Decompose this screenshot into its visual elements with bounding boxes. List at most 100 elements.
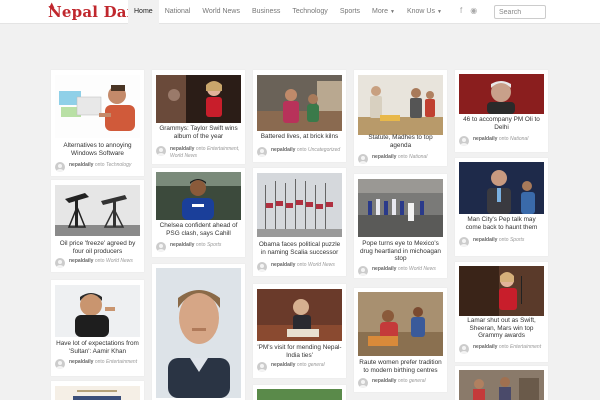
post-thumbnail[interactable] xyxy=(156,75,241,123)
post-thumbnail[interactable] xyxy=(459,74,544,114)
post-thumbnail[interactable] xyxy=(55,75,140,138)
post-thumbnail[interactable] xyxy=(55,285,140,337)
post-category[interactable]: National xyxy=(510,136,528,142)
nav-technology[interactable]: Technology xyxy=(286,0,333,24)
post-category[interactable]: Entertainment xyxy=(510,344,541,350)
meta-onto: onto xyxy=(397,378,408,384)
post-title[interactable]: Man City's Pep talk may come back to hau… xyxy=(459,216,544,231)
post-category[interactable]: World News xyxy=(308,262,335,268)
nav-sports[interactable]: Sports xyxy=(334,0,366,24)
post-meta-text: nepaldaily onto World News xyxy=(372,266,444,273)
post-meta: nepaldaily onto World News xyxy=(55,256,142,270)
aamir-khan-image xyxy=(55,285,140,337)
post-category[interactable]: Technology xyxy=(106,162,131,168)
post-meta-text: nepaldaily onto World News xyxy=(69,258,141,265)
post-title[interactable]: Obama faces political puzzle in naming S… xyxy=(257,241,342,256)
post-author[interactable]: nepaldaily xyxy=(170,242,194,248)
post-thumbnail[interactable] xyxy=(459,162,544,214)
nav-national[interactable]: National xyxy=(159,0,197,24)
post-author[interactable]: nepaldaily xyxy=(271,362,295,368)
facebook-icon[interactable]: f xyxy=(460,6,462,15)
post-meta: nepaldaily onto Technology xyxy=(55,160,142,174)
post-title[interactable]: Battered lives, at brick kilns xyxy=(257,133,342,141)
rss-icon[interactable]: ◉ xyxy=(470,6,477,15)
nav-world-news[interactable]: World News xyxy=(196,0,246,24)
chevron-down-icon: ▼ xyxy=(390,9,395,15)
post-card: Statute, Madhes to top agenda nepaldaily… xyxy=(354,70,447,166)
nav-know-us[interactable]: Know Us ▼ xyxy=(401,0,448,24)
post-thumbnail[interactable] xyxy=(257,173,342,237)
pm-oli-image xyxy=(459,74,544,114)
post-author[interactable]: nepaldaily xyxy=(473,237,497,243)
post-title[interactable]: Have lot of expectations from 'Sultan': … xyxy=(55,340,140,355)
flags-half-mast-image xyxy=(257,173,342,237)
post-category[interactable]: Sports xyxy=(207,242,221,248)
post-meta-text: nepaldaily onto Sports xyxy=(473,237,545,244)
post-author[interactable]: nepaldaily xyxy=(372,378,396,384)
post-thumbnail[interactable] xyxy=(358,292,443,356)
post-meta-text: nepaldaily onto National xyxy=(372,154,444,161)
nav-sports-label: Sports xyxy=(339,8,361,15)
nav-home-label: Home xyxy=(134,8,153,15)
post-author[interactable]: nepaldaily xyxy=(69,162,93,168)
post-category[interactable]: Entertainment xyxy=(106,359,137,365)
post-card xyxy=(455,366,548,400)
post-author[interactable]: nepaldaily xyxy=(69,359,93,365)
meta-onto: onto xyxy=(498,237,509,243)
post-card xyxy=(152,264,245,400)
post-thumbnail[interactable] xyxy=(55,386,140,400)
post-title[interactable]: 'PM's visit for mending Nepal-India ties… xyxy=(257,344,342,359)
post-author[interactable]: nepaldaily xyxy=(271,262,295,268)
nav-home[interactable]: Home xyxy=(128,0,159,24)
post-title[interactable]: Statute, Madhes to top agenda xyxy=(358,134,443,149)
post-author[interactable]: nepaldaily xyxy=(473,136,497,142)
nav-business[interactable]: Business xyxy=(246,0,286,24)
post-title[interactable]: Grammys: Taylor Swift wins album of the … xyxy=(156,125,241,140)
windows-software-image xyxy=(55,75,140,138)
post-meta: nepaldaily onto World News xyxy=(358,264,445,278)
post-title[interactable]: Alternatives to annoying Windows Softwar… xyxy=(55,142,140,157)
post-author[interactable]: nepaldaily xyxy=(271,147,295,153)
grammy-performer-image xyxy=(459,266,544,316)
post-meta-text: nepaldaily onto World News xyxy=(271,262,343,269)
post-category[interactable]: general xyxy=(308,362,325,368)
post-title[interactable]: Lamar shut out as Swift, Sheeran, Mars w… xyxy=(459,317,544,340)
post-thumbnail[interactable] xyxy=(358,179,443,237)
post-author[interactable]: nepaldaily xyxy=(69,258,93,264)
post-thumbnail[interactable] xyxy=(156,268,241,398)
post-title[interactable]: Raute women prefer tradition to modern b… xyxy=(358,359,443,374)
post-card: Oil price 'freeze' agreed by four oil pr… xyxy=(51,180,144,272)
post-meta-text: nepaldaily onto general xyxy=(271,362,343,369)
avatar xyxy=(358,266,368,276)
post-title[interactable]: Chelsea confident ahead of PSG clash, sa… xyxy=(156,222,241,237)
post-title[interactable]: 46 to accompany PM Oli to Delhi xyxy=(459,116,544,131)
post-thumbnail[interactable] xyxy=(459,266,544,316)
post-author[interactable]: nepaldaily xyxy=(170,146,194,152)
post-category[interactable]: Uncategorized xyxy=(308,147,340,153)
post-thumbnail[interactable] xyxy=(55,185,140,236)
post-thumbnail[interactable] xyxy=(459,370,544,400)
post-card: 46 to accompany PM Oli to Delhi nepaldai… xyxy=(455,70,548,152)
post-author[interactable]: nepaldaily xyxy=(372,154,396,160)
post-author[interactable]: nepaldaily xyxy=(372,266,396,272)
post-title[interactable]: Pope turns eye to Mexico's drug heartlan… xyxy=(358,240,443,263)
post-author[interactable]: nepaldaily xyxy=(473,344,497,350)
post-category[interactable]: general xyxy=(409,378,426,384)
post-meta-text: nepaldaily onto Entertainment, World New… xyxy=(170,146,242,159)
search-input[interactable] xyxy=(494,5,546,19)
post-card xyxy=(253,385,346,400)
nav-more[interactable]: More ▼ xyxy=(366,0,401,24)
logo-hat-icon: ▲ xyxy=(49,0,55,9)
post-thumbnail[interactable] xyxy=(358,75,443,135)
avatar xyxy=(55,162,65,172)
post-category[interactable]: World News xyxy=(409,266,436,272)
post-category[interactable]: National xyxy=(409,154,427,160)
post-category[interactable]: World News xyxy=(106,258,133,264)
post-thumbnail[interactable] xyxy=(156,172,241,220)
post-thumbnail[interactable] xyxy=(257,75,342,131)
post-thumbnail[interactable] xyxy=(257,289,342,341)
post-thumbnail[interactable] xyxy=(257,389,342,400)
post-meta: nepaldaily onto general xyxy=(358,376,445,390)
post-title[interactable]: Oil price 'freeze' agreed by four oil pr… xyxy=(55,240,140,255)
post-category[interactable]: Sports xyxy=(510,237,524,243)
